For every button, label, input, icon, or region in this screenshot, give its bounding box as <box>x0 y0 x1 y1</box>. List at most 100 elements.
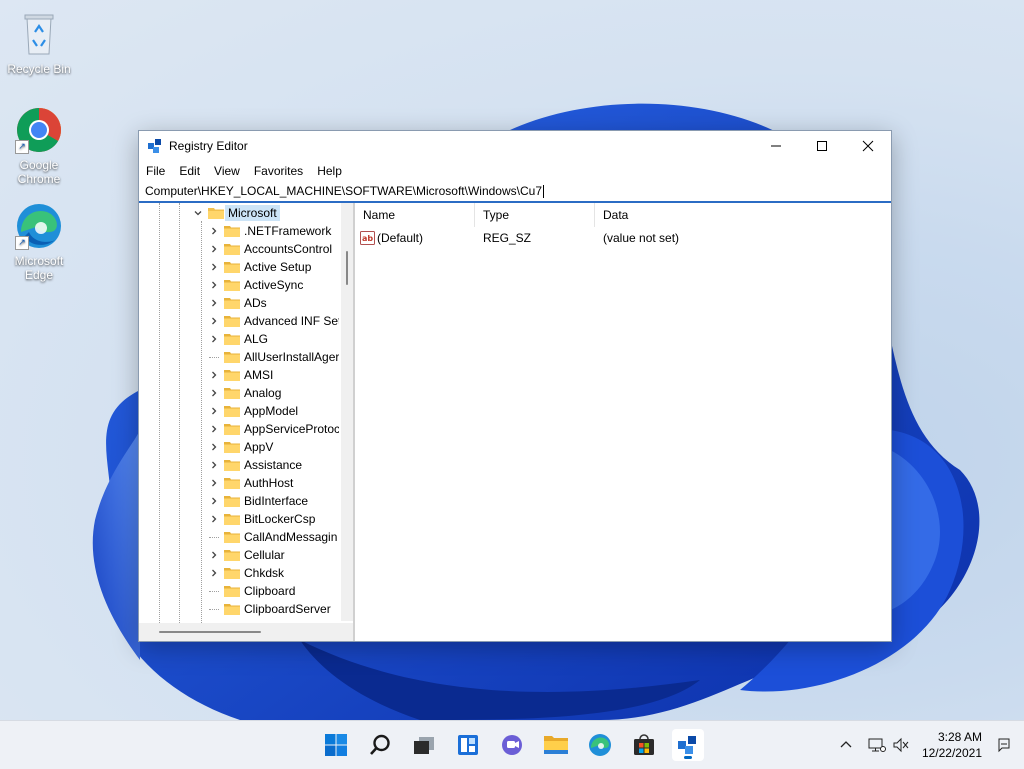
tree-node[interactable]: Active Setup <box>209 258 311 276</box>
tree-node[interactable]: AllUserInstallAger <box>209 348 339 366</box>
taskbar: 3:28 AM 12/22/2021 <box>0 720 1024 769</box>
chevron-right-icon[interactable] <box>209 550 219 560</box>
network-button[interactable] <box>864 737 890 753</box>
file-explorer-button[interactable] <box>540 729 572 761</box>
file-explorer-icon <box>544 736 568 754</box>
tree-horizontal-scrollbar[interactable] <box>139 623 353 641</box>
tree-node[interactable]: Advanced INF Set <box>209 312 339 330</box>
tree-node[interactable]: Cellular <box>209 546 285 564</box>
tree-node-label: ADs <box>244 296 267 310</box>
chevron-right-icon[interactable] <box>209 442 219 452</box>
folder-icon <box>224 388 240 399</box>
menu-favorites[interactable]: Favorites <box>247 164 310 178</box>
chevron-right-icon[interactable] <box>209 514 219 524</box>
chevron-right-icon[interactable] <box>209 334 219 344</box>
chevron-right-icon[interactable] <box>209 262 219 272</box>
tree-node[interactable]: ActiveSync <box>209 276 303 294</box>
menu-file[interactable]: File <box>139 164 172 178</box>
tree-guide-line <box>159 203 160 623</box>
tree-node[interactable]: AMSI <box>209 366 273 384</box>
tree-node[interactable]: AuthHost <box>209 474 293 492</box>
desktop-icon-recycle-bin[interactable]: Recycle Bin <box>0 10 78 76</box>
tree-node[interactable]: ClipboardServer <box>209 600 331 618</box>
menu-view[interactable]: View <box>207 164 247 178</box>
tree-node[interactable]: BidInterface <box>209 492 308 510</box>
chevron-right-icon[interactable] <box>209 406 219 416</box>
store-icon <box>634 734 654 755</box>
clock[interactable]: 3:28 AM 12/22/2021 <box>922 729 982 761</box>
shortcut-arrow-icon: ↗ <box>15 140 29 154</box>
chrome-icon: ↗ <box>15 106 63 154</box>
tree-guide-line <box>201 221 202 623</box>
start-button[interactable] <box>320 729 352 761</box>
tree-node-label: .NETFramework <box>244 224 332 238</box>
tree-node[interactable]: AppV <box>209 438 273 456</box>
tree-node[interactable]: ADs <box>209 294 267 312</box>
clock-date: 12/22/2021 <box>921 746 982 760</box>
value-type: REG_SZ <box>483 231 532 245</box>
edge-button[interactable] <box>584 729 616 761</box>
widgets-button[interactable] <box>452 729 484 761</box>
column-header-name[interactable]: Name <box>355 203 475 227</box>
chevron-right-icon[interactable] <box>209 496 219 506</box>
tree-node[interactable]: .NETFramework <box>209 222 331 240</box>
tree-node[interactable]: CallAndMessagin <box>209 528 337 546</box>
tree-node-microsoft[interactable]: Microsoft <box>193 204 280 222</box>
search-button[interactable] <box>364 729 396 761</box>
registry-tree[interactable]: Microsoft .NETFramework AccountsControl Ac… <box>139 203 354 641</box>
chat-button[interactable] <box>496 729 528 761</box>
chevron-right-icon[interactable] <box>209 460 219 470</box>
values-pane[interactable]: Name Type Data ab (Default) REG_SZ (valu… <box>354 203 891 641</box>
tree-node-label: BidInterface <box>244 494 309 508</box>
notification-icon <box>998 738 1010 753</box>
chevron-right-icon[interactable] <box>209 370 219 380</box>
tree-node[interactable]: Analog <box>209 384 281 402</box>
tree-node[interactable]: AppServiceProtoc <box>209 420 339 438</box>
desktop-icon-microsoft-edge[interactable]: ↗ Microsoft Edge <box>0 202 78 282</box>
title-bar[interactable]: Registry Editor <box>139 131 891 161</box>
menu-edit[interactable]: Edit <box>172 164 207 178</box>
tree-node-label: Chkdsk <box>244 566 285 580</box>
volume-button[interactable] <box>890 737 912 753</box>
chevron-down-icon[interactable] <box>193 208 203 218</box>
tree-node[interactable]: Clipboard <box>209 582 295 600</box>
close-button[interactable] <box>845 131 891 161</box>
string-value-icon: ab <box>360 231 375 245</box>
chevron-right-icon[interactable] <box>209 388 219 398</box>
chevron-right-icon[interactable] <box>209 226 219 236</box>
folder-open-icon <box>208 208 224 219</box>
tree-node[interactable]: BitLockerCsp <box>209 510 315 528</box>
address-bar[interactable]: Computer\HKEY_LOCAL_MACHINE\SOFTWARE\Mic… <box>139 181 891 203</box>
chevron-right-icon[interactable] <box>209 316 219 326</box>
folder-icon <box>224 604 240 615</box>
store-button[interactable] <box>628 729 660 761</box>
chevron-right-icon[interactable] <box>209 424 219 434</box>
scrollbar-thumb[interactable] <box>159 631 261 633</box>
chevron-right-icon[interactable] <box>209 478 219 488</box>
task-view-button[interactable] <box>408 729 440 761</box>
tree-node[interactable]: ALG <box>209 330 268 348</box>
scrollbar-thumb[interactable] <box>346 251 348 285</box>
registry-editor-taskbar-button[interactable] <box>672 729 704 761</box>
chevron-right-icon[interactable] <box>209 298 219 308</box>
tree-vertical-scrollbar[interactable] <box>341 203 353 621</box>
minimize-button[interactable] <box>753 131 799 161</box>
tree-node[interactable]: AppModel <box>209 402 298 420</box>
chevron-right-icon[interactable] <box>209 244 219 254</box>
maximize-button[interactable] <box>799 131 845 161</box>
tree-node[interactable]: Assistance <box>209 456 302 474</box>
value-row[interactable]: ab (Default) REG_SZ (value not set) <box>355 229 755 247</box>
tree-list: Microsoft .NETFramework AccountsControl Ac… <box>139 203 339 623</box>
chevron-right-icon[interactable] <box>209 568 219 578</box>
desktop-icon-google-chrome[interactable]: ↗ Google Chrome <box>0 106 78 186</box>
column-header-type[interactable]: Type <box>475 203 595 227</box>
chevron-up-icon <box>840 741 852 748</box>
tree-node[interactable]: Chkdsk <box>209 564 284 582</box>
menu-help[interactable]: Help <box>310 164 349 178</box>
chevron-right-icon[interactable] <box>209 280 219 290</box>
show-hidden-icons-button[interactable] <box>836 739 856 751</box>
column-header-data[interactable]: Data <box>595 203 755 227</box>
active-indicator <box>684 756 692 759</box>
notifications-button[interactable] <box>996 737 1012 756</box>
tree-node[interactable]: AccountsControl <box>209 240 332 258</box>
